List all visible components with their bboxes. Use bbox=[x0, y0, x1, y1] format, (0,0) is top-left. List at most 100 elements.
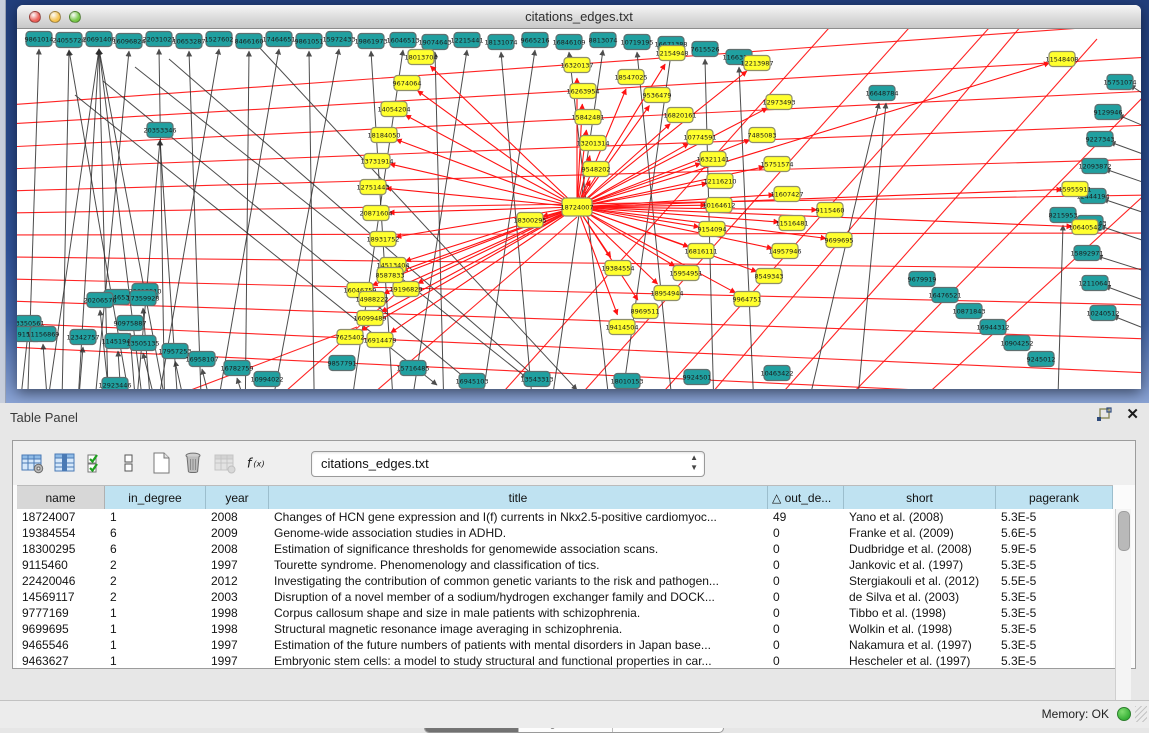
network-window[interactable]: citations_edges.txt 98610142405572420691… bbox=[17, 5, 1141, 389]
graph-node[interactable]: 9536479 bbox=[643, 88, 672, 103]
graph-node[interactable]: 9129946 bbox=[1094, 105, 1123, 120]
graph-node[interactable]: 10463422 bbox=[760, 366, 793, 381]
graph-node[interactable]: 9548202 bbox=[582, 162, 611, 177]
graph-node[interactable]: 10653287 bbox=[172, 34, 205, 49]
graph-node[interactable]: 14054204 bbox=[377, 102, 410, 117]
graph-node[interactable]: 18547025 bbox=[614, 70, 647, 85]
graph-node[interactable]: 9665216 bbox=[521, 33, 550, 48]
graph-node[interactable]: 13505135 bbox=[126, 336, 159, 351]
column-header-short[interactable]: short bbox=[844, 486, 996, 510]
graph-node[interactable]: 12973493 bbox=[762, 95, 795, 110]
table-row[interactable]: 946362711997Embryonic stem cells: a mode… bbox=[17, 653, 1113, 668]
graph-node[interactable]: 11516481 bbox=[775, 216, 808, 231]
graph-node[interactable]: 8813074 bbox=[589, 33, 618, 48]
graph-node[interactable]: 7625402 bbox=[336, 330, 365, 345]
network-canvas[interactable]: 9861014240557242069140616096824220310211… bbox=[17, 29, 1141, 389]
graph-node[interactable]: 19074643 bbox=[418, 35, 451, 50]
column-header-title[interactable]: title bbox=[269, 486, 768, 510]
graph-node[interactable]: 20871604 bbox=[359, 206, 392, 221]
table-row[interactable]: 1456911722003Disruption of a novel membe… bbox=[17, 589, 1113, 605]
graph-node[interactable]: 16944312 bbox=[976, 320, 1009, 335]
table-row[interactable]: 1830029562008Estimation of significance … bbox=[17, 541, 1113, 557]
graph-node[interactable]: 17464651 bbox=[262, 32, 295, 47]
graph-node[interactable]: 9245012 bbox=[1027, 352, 1056, 367]
resize-grip[interactable] bbox=[1135, 706, 1147, 722]
graph-node[interactable]: 19414504 bbox=[605, 320, 638, 335]
float-panel-icon[interactable] bbox=[1096, 407, 1112, 423]
graph-node[interactable]: 10719195 bbox=[620, 35, 653, 50]
graph-node[interactable]: 15716485 bbox=[396, 361, 429, 376]
graph-node[interactable]: 16046513 bbox=[386, 33, 419, 48]
graph-node[interactable]: 12342757 bbox=[66, 330, 99, 345]
graph-node[interactable]: 9227343 bbox=[1086, 132, 1115, 147]
graph-node[interactable]: 15955911 bbox=[1058, 182, 1091, 197]
graph-node[interactable]: 9679919 bbox=[908, 272, 937, 287]
graph-node[interactable]: 15954951 bbox=[669, 266, 702, 281]
table-row[interactable]: 1938455462009Genome-wide association stu… bbox=[17, 525, 1113, 541]
graph-node[interactable]: 11548408 bbox=[1045, 52, 1078, 67]
graph-node[interactable]: 8587833 bbox=[376, 268, 405, 283]
graph-node[interactable]: 12923446 bbox=[98, 378, 131, 390]
table-row[interactable]: 1872400712008Changes of HCN gene express… bbox=[17, 509, 1113, 525]
graph-node[interactable]: 13731914 bbox=[360, 154, 393, 169]
graph-node[interactable]: 9674064 bbox=[393, 76, 422, 91]
graph-node[interactable]: 16099489 bbox=[353, 311, 386, 326]
column-header-pagerank[interactable]: pagerank bbox=[996, 486, 1113, 510]
network-graph[interactable]: 9861014240557242069140616096824220310211… bbox=[17, 29, 1141, 389]
graph-node[interactable]: 24055724 bbox=[52, 33, 85, 48]
graph-node[interactable]: 1527602 bbox=[205, 32, 234, 47]
graph-node[interactable]: 8549343 bbox=[755, 269, 784, 284]
column-header-name[interactable]: name bbox=[17, 486, 105, 510]
graph-node[interactable]: 16476521 bbox=[928, 288, 961, 303]
table-row[interactable]: 977716911998Corpus callosum shape and si… bbox=[17, 605, 1113, 621]
graph-node[interactable]: 10871843 bbox=[952, 304, 985, 319]
graph-node[interactable]: 20353346 bbox=[143, 123, 176, 138]
table-vscrollbar[interactable] bbox=[1115, 509, 1131, 710]
column-header-in-degree[interactable]: in_degree bbox=[105, 486, 206, 510]
graph-node[interactable]: 16846109 bbox=[552, 35, 585, 50]
new-column-icon[interactable] bbox=[149, 451, 173, 475]
window-titlebar[interactable]: citations_edges.txt bbox=[17, 5, 1141, 29]
graph-node[interactable]: 18013704 bbox=[404, 50, 437, 65]
graph-node[interactable]: 11607427 bbox=[770, 187, 803, 202]
graph-node[interactable]: 9115460 bbox=[816, 203, 845, 218]
graph-node[interactable]: 9964751 bbox=[733, 292, 762, 307]
graph-node[interactable]: 9924501 bbox=[683, 370, 712, 385]
graph-node[interactable]: 12215441 bbox=[450, 33, 483, 48]
graph-node[interactable]: 7485083 bbox=[748, 128, 777, 143]
graph-node[interactable]: 18010153 bbox=[610, 374, 643, 389]
graph-node[interactable]: 90975887 bbox=[113, 316, 146, 331]
table-row[interactable]: 969969511998Structural magnetic resonanc… bbox=[17, 621, 1113, 637]
graph-node[interactable]: 16782759 bbox=[220, 361, 253, 376]
graph-node[interactable]: 10994022 bbox=[250, 372, 283, 387]
graph-node[interactable]: 11156869 bbox=[26, 327, 59, 342]
graph-node[interactable]: 10904252 bbox=[1000, 336, 1033, 351]
column-visibility-icon[interactable] bbox=[53, 451, 77, 475]
graph-node[interactable]: 16914479 bbox=[363, 333, 396, 348]
graph-node[interactable]: 19861973 bbox=[354, 34, 387, 49]
graph-node[interactable]: 14957946 bbox=[768, 244, 801, 259]
graph-node[interactable]: 10164612 bbox=[702, 198, 735, 213]
network-table-select[interactable]: citations_edges.txt ▲▼ bbox=[311, 451, 705, 477]
graph-node[interactable]: 17359928 bbox=[126, 291, 159, 306]
graph-node[interactable]: 14988222 bbox=[355, 292, 388, 307]
graph-node[interactable]: 18931752 bbox=[366, 232, 399, 247]
graph-node[interactable]: 9861051 bbox=[295, 34, 324, 49]
graph-node[interactable]: 12213987 bbox=[740, 56, 773, 71]
graph-node[interactable]: 18954944 bbox=[650, 286, 683, 301]
graph-node[interactable]: 7615526 bbox=[691, 42, 720, 57]
function-builder-icon[interactable]: f(x) bbox=[245, 451, 269, 475]
graph-node[interactable]: 19384554 bbox=[601, 261, 634, 276]
graph-node[interactable]: 12110641 bbox=[1078, 276, 1111, 291]
graph-node[interactable]: 15751074 bbox=[1103, 75, 1136, 90]
graph-node[interactable]: 9857791 bbox=[328, 356, 357, 371]
graph-node[interactable]: 19196829 bbox=[389, 282, 422, 297]
graph-node[interactable]: 16958107 bbox=[185, 352, 218, 367]
graph-node[interactable]: 9699695 bbox=[825, 233, 854, 248]
graph-node[interactable]: 9154094 bbox=[698, 222, 727, 237]
table-vscroll-thumb[interactable] bbox=[1118, 511, 1130, 551]
graph-node[interactable]: 18131074 bbox=[484, 35, 517, 50]
graph-node[interactable]: 8466160 bbox=[235, 34, 264, 49]
table-mode-icon[interactable] bbox=[21, 451, 45, 475]
graph-node[interactable]: 20206576 bbox=[83, 293, 116, 308]
